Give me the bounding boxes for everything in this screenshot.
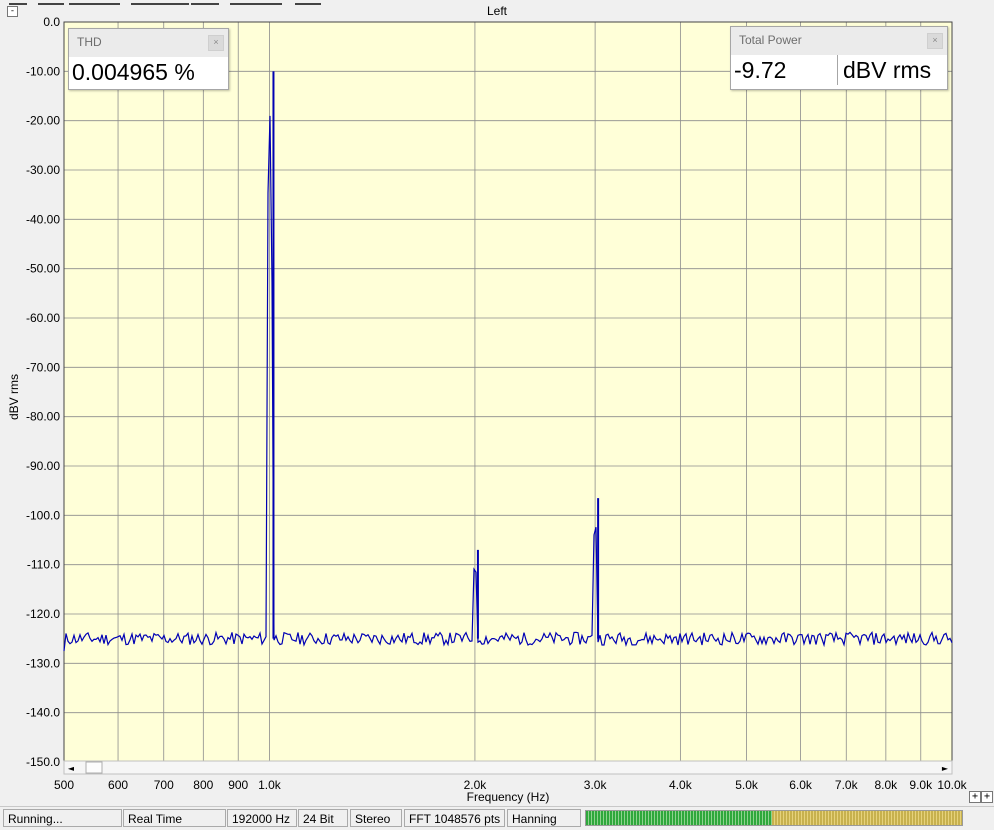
x-tick-label: 800 [193,778,213,792]
scroll-left-arrow: ◄ [68,764,75,773]
y-tick-label: -30.00 [26,163,60,177]
y-tick-label: -40.00 [26,212,60,226]
x-tick-label: 3.0k [584,778,608,792]
y-tick-label: -130.0 [26,656,60,670]
x-tick-label: 700 [154,778,174,792]
x-tick-label: 6.0k [789,778,813,792]
close-icon[interactable]: × [208,35,224,51]
x-tick-label: 9.0k [909,778,933,792]
x-tick-label: 8.0k [875,778,899,792]
y-tick-label: -100.0 [26,508,60,522]
y-tick-label: -60.00 [26,311,60,325]
y-tick-label: -120.0 [26,607,60,621]
level-meter [585,810,963,826]
status-mode: Real Time [123,809,226,827]
status-sample-rate: 192000 Hz [227,809,297,827]
thd-widget-header[interactable]: THD × [69,29,228,57]
status-window: Hanning [507,809,581,827]
total-power-widget-title: Total Power [739,33,802,47]
y-tick-label: -90.00 [26,459,60,473]
y-tick-label: -80.00 [26,410,60,424]
thd-value: 0.004965 % [72,59,195,85]
total-power-unit: dBV rms [843,57,932,83]
status-bit-depth: 24 Bit [298,809,348,827]
x-tick-label: 5.0k [735,778,759,792]
total-power-value: -9.72 [731,55,838,85]
x-axis-label: Frequency (Hz) [467,790,550,804]
thd-widget[interactable]: THD × 0.004965 % [68,28,229,90]
x-tick-label: 10.0k [937,778,967,792]
y-tick-label: -110.0 [27,558,60,572]
y-tick-label: -140.0 [26,706,60,720]
y-tick-label: -20.00 [26,114,60,128]
spectrum-plot: 0.0 -10.00 -20.00 -30.00 -40.00 -50.00 -60.00 -… [7,15,968,804]
status-channels: Stereo [350,809,402,827]
x-tick-label: 600 [108,778,128,792]
plot-area [64,22,952,762]
total-power-widget-header[interactable]: Total Power × [731,27,947,55]
scroll-right-arrow: ► [942,764,949,773]
scrollbar-thumb [85,761,103,774]
x-tick-label: 900 [228,778,248,792]
zoom-in-button[interactable]: + [969,791,981,803]
close-icon[interactable]: × [927,33,943,49]
x-tick-label: 4.0k [669,778,693,792]
total-power-widget[interactable]: Total Power × -9.72 dBV rms [730,26,948,90]
thd-widget-title: THD [77,35,102,49]
x-tick-label: 7.0k [835,778,859,792]
zoom-out-button[interactable]: + [981,791,993,803]
y-tick-label: -150.0 [26,755,60,769]
status-fft-size: FFT 1048576 pts [404,809,505,827]
y-tick-label: -50.00 [26,262,60,276]
x-tick-label: 1.0k [258,778,282,792]
y-tick-label: -10.00 [26,64,60,78]
y-axis-label: dBV rms [7,374,21,420]
y-tick-label: 0.0 [43,15,60,29]
y-tick-label: -70.00 [26,360,60,374]
horizontal-scrollbar [63,760,953,775]
status-running: Running... [3,809,122,827]
x-tick-label: 500 [54,778,74,792]
